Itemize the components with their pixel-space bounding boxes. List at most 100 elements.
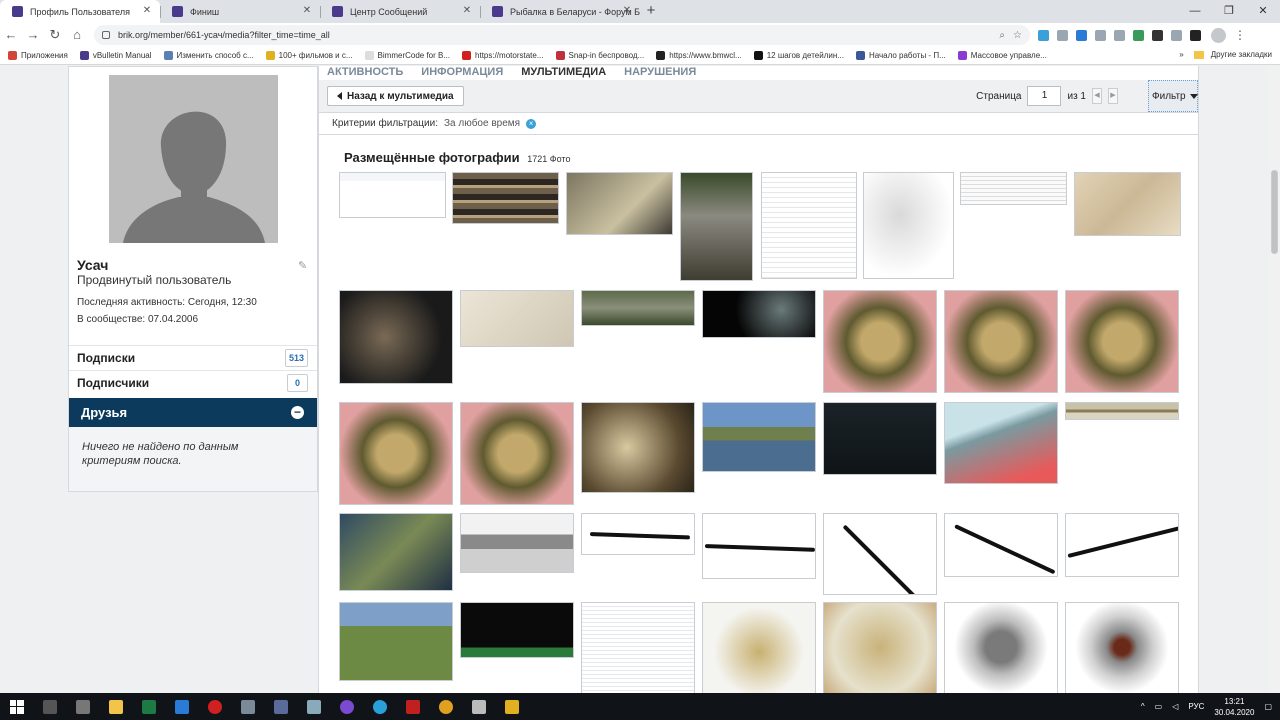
photo-thumbnail[interactable] bbox=[1065, 402, 1179, 420]
photo-thumbnail[interactable] bbox=[944, 513, 1058, 577]
photo-thumbnail[interactable] bbox=[761, 172, 857, 279]
photo-thumbnail[interactable] bbox=[863, 172, 954, 279]
new-tab-button[interactable]: + bbox=[640, 0, 662, 23]
taskbar-app[interactable] bbox=[429, 693, 462, 720]
pencil-icon[interactable]: ✎ bbox=[298, 260, 310, 272]
taskbar-app[interactable] bbox=[66, 693, 99, 720]
photo-thumbnail[interactable] bbox=[944, 602, 1058, 693]
photo-thumbnail[interactable] bbox=[1065, 513, 1179, 577]
tab-messages[interactable]: Центр Сообщений ✕ bbox=[320, 0, 480, 23]
minimize-icon[interactable]: — bbox=[1178, 0, 1212, 23]
photo-thumbnail[interactable] bbox=[566, 172, 673, 235]
tab-profile[interactable]: Профиль Пользователя ✕ bbox=[0, 0, 160, 23]
photo-thumbnail[interactable] bbox=[581, 602, 695, 693]
friends-header[interactable]: Друзья − bbox=[69, 398, 317, 427]
close-tab-icon[interactable]: ✕ bbox=[461, 5, 473, 17]
reload-icon[interactable]: ↻ bbox=[44, 24, 66, 46]
extension-icon[interactable] bbox=[1114, 29, 1125, 41]
photo-thumbnail[interactable] bbox=[339, 513, 453, 591]
extension-icon[interactable] bbox=[1152, 29, 1163, 41]
close-tab-icon[interactable]: ✕ bbox=[621, 5, 633, 17]
photo-thumbnail[interactable] bbox=[702, 602, 816, 693]
photo-thumbnail[interactable] bbox=[702, 402, 816, 472]
close-tab-icon[interactable]: ✕ bbox=[141, 5, 153, 17]
bookmark-item[interactable]: Snap-in беспровод... bbox=[555, 51, 644, 60]
photo-thumbnail[interactable] bbox=[823, 513, 937, 595]
bookmark-item[interactable]: Массовое управле... bbox=[957, 51, 1047, 60]
home-icon[interactable]: ⌂ bbox=[66, 24, 88, 46]
address-bar[interactable]: brik.org/member/661-усач/media?filter_ti… bbox=[94, 25, 1030, 45]
extension-icon[interactable] bbox=[1133, 29, 1144, 41]
notifications-icon[interactable]: ▢ bbox=[1264, 702, 1272, 711]
photo-thumbnail[interactable] bbox=[339, 172, 446, 218]
bookmark-item[interactable]: BimmerCode for B... bbox=[364, 51, 450, 60]
bookmark-item[interactable]: Начало работы - П... bbox=[855, 51, 946, 60]
collapse-icon[interactable]: − bbox=[291, 406, 304, 419]
volume-icon[interactable]: ◁ bbox=[1172, 702, 1178, 711]
photo-thumbnail[interactable] bbox=[452, 172, 559, 224]
other-bookmarks[interactable]: Другие закладки bbox=[1193, 50, 1272, 59]
extension-icon[interactable] bbox=[1095, 29, 1106, 41]
tab-finish[interactable]: Финиш ✕ bbox=[160, 0, 320, 23]
photo-thumbnail[interactable] bbox=[823, 602, 937, 693]
restore-icon[interactable]: ❐ bbox=[1212, 0, 1246, 23]
bookmark-item[interactable]: Изменить способ с... bbox=[163, 51, 254, 60]
more-bookmarks-button[interactable]: » bbox=[1179, 50, 1183, 59]
extension-icon[interactable] bbox=[1076, 29, 1087, 41]
zoom-icon[interactable]: ⌕ bbox=[999, 30, 1005, 41]
extension-icon[interactable] bbox=[1038, 29, 1049, 41]
photo-thumbnail[interactable] bbox=[1074, 172, 1181, 236]
back-arrow-icon[interactable]: ← bbox=[0, 24, 22, 46]
photo-thumbnail[interactable] bbox=[339, 602, 453, 681]
taskbar-app[interactable] bbox=[297, 693, 330, 720]
photo-thumbnail[interactable] bbox=[339, 402, 453, 505]
taskbar-app[interactable] bbox=[264, 693, 297, 720]
scrollbar-thumb[interactable] bbox=[1271, 170, 1278, 254]
photo-thumbnail[interactable] bbox=[581, 402, 695, 493]
photo-thumbnail[interactable] bbox=[581, 290, 695, 326]
bookmark-item[interactable]: https://www.bmwcl... bbox=[656, 51, 742, 60]
taskbar-app[interactable] bbox=[99, 693, 132, 720]
taskbar-app[interactable] bbox=[231, 693, 264, 720]
start-button[interactable] bbox=[0, 693, 33, 720]
extension-icon[interactable] bbox=[1171, 29, 1182, 41]
taskbar-app[interactable] bbox=[396, 693, 429, 720]
bookmark-item[interactable]: 100+ фильмов и с... bbox=[265, 51, 353, 60]
photo-thumbnail[interactable] bbox=[823, 290, 937, 393]
photo-thumbnail[interactable] bbox=[581, 513, 695, 555]
menu-dots-icon[interactable]: ⋮ bbox=[1234, 28, 1246, 42]
photo-thumbnail[interactable] bbox=[460, 402, 574, 505]
forward-arrow-icon[interactable]: → bbox=[22, 24, 44, 46]
bookmark-item[interactable]: 12 шагов детейлин... bbox=[753, 51, 844, 60]
photo-thumbnail[interactable] bbox=[460, 602, 574, 658]
extension-icon[interactable] bbox=[1190, 29, 1201, 41]
photo-thumbnail[interactable] bbox=[702, 513, 816, 579]
taskbar-app[interactable] bbox=[462, 693, 495, 720]
close-window-icon[interactable]: ✕ bbox=[1246, 0, 1280, 23]
photo-thumbnail[interactable] bbox=[680, 172, 753, 281]
photo-thumbnail[interactable] bbox=[960, 172, 1067, 205]
taskbar-app[interactable] bbox=[165, 693, 198, 720]
photo-thumbnail[interactable] bbox=[702, 290, 816, 338]
subscriptions-row[interactable]: Подписки 513 bbox=[69, 345, 317, 370]
tab-fishing-forum[interactable]: Рыбалка в Беларуси - Форум Бе ✕ bbox=[480, 0, 640, 23]
photo-thumbnail[interactable] bbox=[460, 290, 574, 347]
bookmark-item[interactable]: https://motorstate... bbox=[462, 51, 544, 60]
profile-avatar-icon[interactable] bbox=[1211, 27, 1226, 43]
tray-up-icon[interactable]: ^ bbox=[1141, 702, 1145, 711]
photo-thumbnail[interactable] bbox=[823, 402, 937, 475]
task-view-button[interactable] bbox=[33, 693, 66, 720]
star-icon[interactable]: ☆ bbox=[1013, 30, 1022, 41]
bookmark-apps[interactable]: Приложения bbox=[8, 51, 68, 60]
photo-thumbnail[interactable] bbox=[1065, 602, 1179, 693]
subscribers-row[interactable]: Подписчики 0 bbox=[69, 370, 317, 395]
photo-thumbnail[interactable] bbox=[1065, 290, 1179, 393]
extension-icon[interactable] bbox=[1057, 29, 1068, 41]
taskbar-app[interactable] bbox=[363, 693, 396, 720]
clock[interactable]: 13:21 30.04.2020 bbox=[1214, 696, 1254, 718]
close-tab-icon[interactable]: ✕ bbox=[301, 5, 313, 17]
taskbar-app[interactable] bbox=[198, 693, 231, 720]
language-indicator[interactable]: РУС bbox=[1188, 702, 1204, 711]
bookmark-item[interactable]: vBulletin Manual bbox=[79, 51, 152, 60]
taskbar-app[interactable] bbox=[132, 693, 165, 720]
